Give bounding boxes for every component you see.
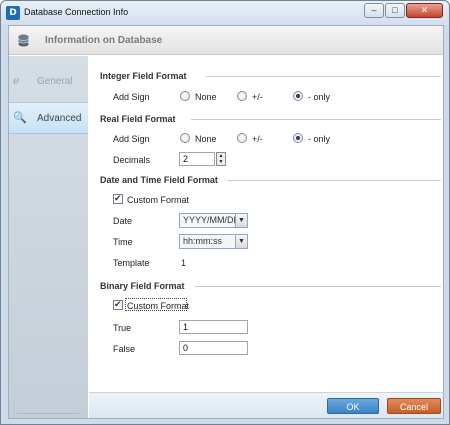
decimals-stepper[interactable]: ▲ ▼: [216, 152, 226, 166]
page-title: Information on Database: [45, 35, 163, 46]
close-icon: ✕: [420, 5, 429, 15]
stepper-down-icon[interactable]: ▼: [217, 159, 225, 165]
real-section-title: Real Field Format: [100, 114, 176, 124]
false-label: False: [113, 344, 136, 354]
template-value: 1: [181, 258, 187, 268]
dialog-footer: OK Cancel: [89, 392, 443, 418]
integer-sign-plusminus-radio[interactable]: [237, 91, 247, 101]
dialog-window: D Database Connection Info – □ ✕ Informa…: [0, 0, 450, 425]
title-bar[interactable]: D Database Connection Info – □ ✕: [1, 1, 449, 25]
integer-sign-minus-only-radio[interactable]: [293, 91, 303, 101]
dialog-header: Information on Database: [9, 26, 443, 55]
radio-label: None: [195, 134, 217, 144]
general-icon: ℯ: [13, 75, 20, 87]
date-label: Date: [113, 216, 133, 226]
sidebar-divider: [17, 413, 79, 414]
dialog-body: Information on Database ℯ General 🔍 Adva…: [8, 25, 444, 419]
advanced-settings-panel: Integer Field Format Add Sign None +/- -…: [89, 56, 443, 392]
time-label: Time: [113, 237, 133, 247]
chevron-down-icon: ▼: [235, 235, 247, 248]
time-format-select[interactable]: hh:mm:ss ▼: [179, 234, 248, 249]
radio-label: None: [195, 92, 217, 102]
minimize-icon: –: [371, 5, 377, 15]
radio-label: - only: [308, 134, 331, 144]
true-value-input[interactable]: 1: [179, 320, 248, 334]
binary-section-title: Binary Field Format: [100, 281, 185, 291]
datetime-custom-format-checkbox[interactable]: [113, 193, 123, 204]
close-button[interactable]: ✕: [406, 3, 443, 18]
time-format-value: hh:mm:ss: [183, 236, 223, 246]
sidebar-item-general[interactable]: ℯ General: [9, 66, 88, 98]
maximize-button[interactable]: □: [385, 3, 405, 18]
real-sign-minus-only-radio[interactable]: [293, 133, 303, 143]
binary-custom-format-checkbox[interactable]: [113, 299, 123, 310]
section-divider: [228, 180, 441, 181]
checkbox-label: Custom Format: [127, 195, 190, 205]
cancel-button[interactable]: Cancel: [387, 398, 441, 414]
section-divider: [195, 286, 441, 287]
minimize-button[interactable]: –: [364, 3, 384, 18]
real-add-sign-label: Add Sign: [113, 134, 150, 144]
template-label: Template: [113, 258, 150, 268]
true-label: True: [113, 323, 132, 333]
datetime-section-title: Date and Time Field Format: [100, 175, 218, 185]
sidebar: ℯ General 🔍 Advanced: [9, 56, 88, 418]
date-format-value: YYYY/MM/DD: [183, 215, 241, 225]
decimals-input[interactable]: 2: [179, 152, 215, 166]
chevron-down-icon: ▼: [235, 214, 247, 227]
window-title: Database Connection Info: [24, 7, 129, 17]
sidebar-item-advanced[interactable]: 🔍 Advanced: [9, 102, 88, 134]
checkbox-label: Custom Format: [127, 301, 190, 311]
section-divider: [206, 76, 441, 77]
radio-label: - only: [308, 92, 331, 102]
integer-sign-none-radio[interactable]: [180, 91, 190, 101]
radio-label: +/-: [252, 92, 263, 102]
false-value-input[interactable]: 0: [179, 341, 248, 355]
real-sign-plusminus-radio[interactable]: [237, 133, 247, 143]
real-sign-none-radio[interactable]: [180, 133, 190, 143]
section-divider: [191, 119, 441, 120]
integer-add-sign-label: Add Sign: [113, 92, 150, 102]
maximize-icon: □: [392, 5, 398, 15]
decimals-label: Decimals: [113, 155, 151, 165]
sidebar-item-label: Advanced: [37, 113, 82, 124]
advanced-icon: 🔍: [13, 112, 27, 124]
sidebar-item-label: General: [37, 76, 73, 87]
ok-button[interactable]: OK: [327, 398, 379, 414]
database-icon: [18, 34, 29, 47]
app-logo-icon: D: [6, 6, 20, 20]
integer-section-title: Integer Field Format: [100, 71, 187, 81]
date-format-select[interactable]: YYYY/MM/DD ▼: [179, 213, 248, 228]
radio-label: +/-: [252, 134, 263, 144]
